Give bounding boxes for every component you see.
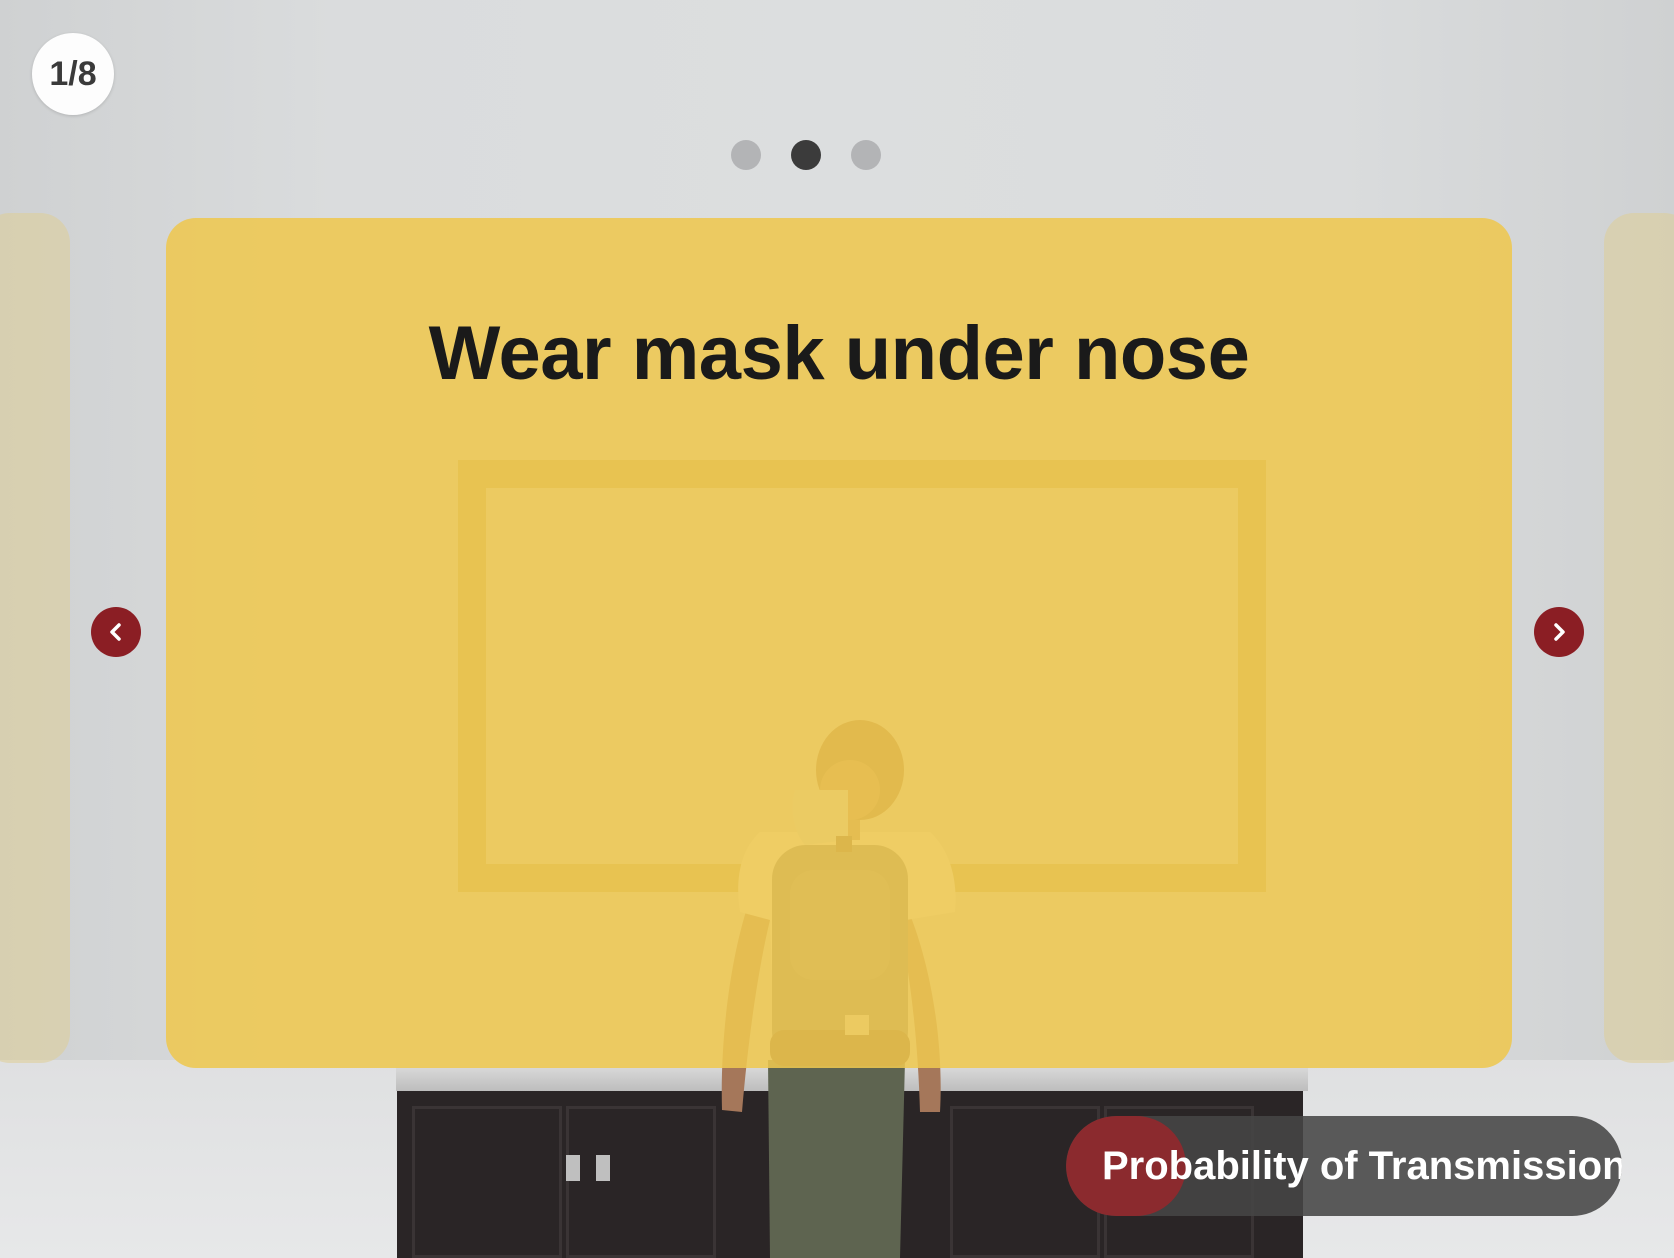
probability-of-transmission-button[interactable]: Probability of Transmission bbox=[1066, 1116, 1622, 1216]
pagination-dots bbox=[731, 140, 881, 170]
previous-slide-peek[interactable] bbox=[0, 213, 70, 1063]
next-slide-button[interactable] bbox=[1534, 607, 1584, 657]
pagination-dot[interactable] bbox=[731, 140, 761, 170]
chevron-left-icon bbox=[110, 623, 121, 641]
probability-button-label: Probability of Transmission bbox=[1102, 1144, 1622, 1188]
pagination-dot[interactable] bbox=[851, 140, 881, 170]
slide-title: Wear mask under nose bbox=[428, 311, 1250, 396]
chevron-right-icon bbox=[1554, 623, 1565, 641]
next-slide-peek[interactable] bbox=[1604, 213, 1674, 1063]
previous-slide-button[interactable] bbox=[91, 607, 141, 657]
slide-counter: 1/8 bbox=[32, 33, 114, 115]
pagination-dot-active[interactable] bbox=[791, 140, 821, 170]
